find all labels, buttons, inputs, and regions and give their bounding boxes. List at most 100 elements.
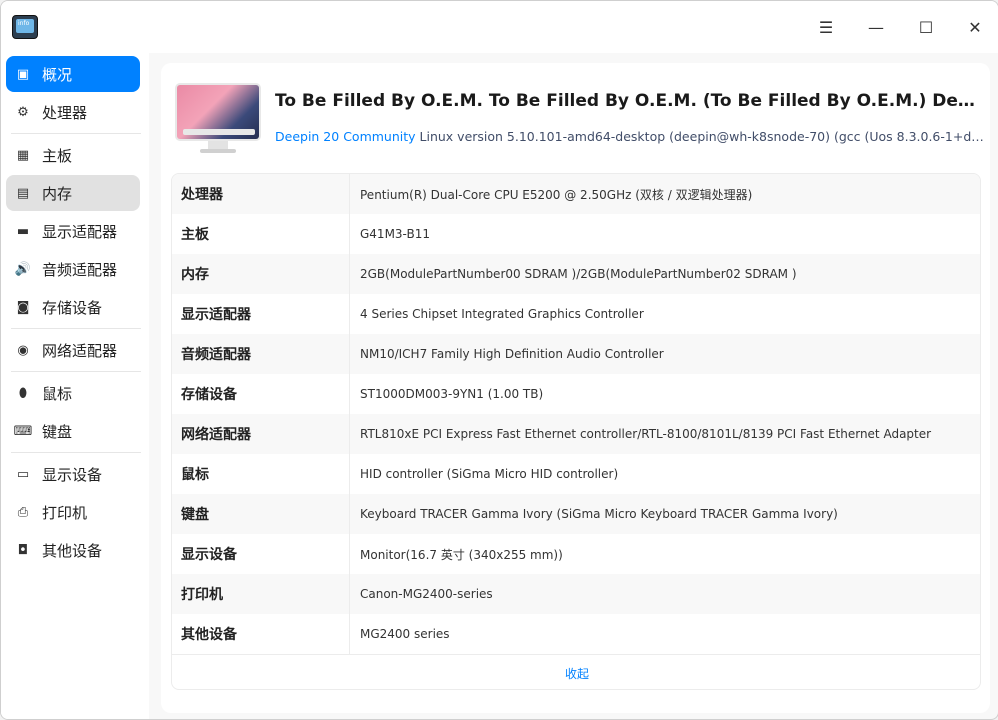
sidebar-item-label: 处理器 <box>42 103 88 122</box>
row-value: Keyboard TRACER Gamma Ivory (SiGma Micro… <box>360 507 838 521</box>
sidebar-item-network[interactable]: ◉ 网络适配器 <box>6 332 140 368</box>
table-row: 打印机 Canon-MG2400-series <box>172 574 980 614</box>
divider <box>11 133 141 134</box>
motherboard-icon: ▦ <box>16 147 30 163</box>
table-row: 处理器 Pentium(R) Dual-Core CPU E5200 @ 2.50… <box>172 174 980 214</box>
display-icon: ▭ <box>16 466 30 482</box>
row-value: G41M3-B11 <box>360 227 430 241</box>
row-key: 其他设备 <box>172 614 350 654</box>
mouse-icon: ⬮ <box>18 385 28 401</box>
os-version-line: Deepin 20 Community Linux version 5.10.1… <box>275 129 985 144</box>
overview-table: 处理器 Pentium(R) Dual-Core CPU E5200 @ 2.50… <box>171 173 981 690</box>
keyboard-icon: ⌨ <box>13 423 33 439</box>
disk-icon: ◙ <box>16 299 30 315</box>
row-key: 处理器 <box>172 174 350 214</box>
sidebar-item-storage[interactable]: ◙ 存储设备 <box>6 289 140 325</box>
collapse-link[interactable]: 收起 <box>172 654 980 689</box>
sidebar-item-label: 音频适配器 <box>42 260 118 279</box>
sidebar-item-audio[interactable]: 🔊 音频适配器 <box>6 251 140 287</box>
row-key: 键盘 <box>172 494 350 534</box>
minimize-button[interactable]: — <box>862 13 890 41</box>
row-value: NM10/ICH7 Family High Definition Audio C… <box>360 347 664 361</box>
main-menu-button[interactable]: ☰ <box>812 13 840 41</box>
row-key: 打印机 <box>172 574 350 614</box>
table-row: 内存 2GB(ModulePartNumber00 SDRAM )/2GB(Mod… <box>172 254 980 294</box>
divider <box>11 328 141 329</box>
row-value: Pentium(R) Dual-Core CPU E5200 @ 2.50GHz… <box>360 187 753 202</box>
sidebar-item-cpu[interactable]: ⚙ 处理器 <box>6 94 140 130</box>
table-row: 其他设备 MG2400 series <box>172 614 980 654</box>
computer-monitor-icon <box>175 83 261 157</box>
os-name-link[interactable]: Deepin 20 Community <box>275 129 416 144</box>
sidebar-item-label: 主板 <box>42 146 73 165</box>
table-row: 网络适配器 RTL810xE PCI Express Fast Ethernet … <box>172 414 980 454</box>
sidebar-item-label: 内存 <box>42 184 73 203</box>
row-key: 内存 <box>172 254 350 294</box>
memory-icon: ▤ <box>16 185 30 201</box>
sidebar-item-label: 网络适配器 <box>42 341 118 360</box>
sidebar-item-label: 概况 <box>42 65 73 84</box>
sidebar-item-display[interactable]: ▭ 显示设备 <box>6 456 140 492</box>
close-button[interactable]: ✕ <box>961 13 989 41</box>
row-value: HID controller (SiGma Micro HID controll… <box>360 467 619 481</box>
row-key: 存储设备 <box>172 374 350 414</box>
divider <box>11 371 141 372</box>
table-row: 鼠标 HID controller (SiGma Micro HID contro… <box>172 454 980 494</box>
overview-panel: To Be Filled By O.E.M. To Be Filled By O… <box>161 63 990 713</box>
table-row: 存储设备 ST1000DM003-9YN1 (1.00 TB) <box>172 374 980 414</box>
row-key: 网络适配器 <box>172 414 350 454</box>
kernel-version: Linux version 5.10.101-amd64-desktop (de… <box>419 129 985 144</box>
monitor-base <box>200 149 236 153</box>
table-row: 键盘 Keyboard TRACER Gamma Ivory (SiGma Mic… <box>172 494 980 534</box>
app-logo-text: info <box>18 20 30 27</box>
sidebar-item-memory[interactable]: ▤ 内存 <box>6 175 140 211</box>
sidebar-item-printer[interactable]: ⎙ 打印机 <box>6 494 140 530</box>
monitor-stand <box>208 141 228 149</box>
sidebar-item-label: 存储设备 <box>42 298 103 317</box>
dock-bar <box>183 129 255 135</box>
divider <box>11 452 141 453</box>
sidebar-item-label: 键盘 <box>42 422 73 441</box>
cpu-icon: ⚙ <box>17 104 29 120</box>
monitor-icon: ▣ <box>16 66 30 82</box>
row-value: Canon-MG2400-series <box>360 587 493 601</box>
sidebar-item-label: 鼠标 <box>42 384 73 403</box>
app-logo-icon: info <box>12 15 38 39</box>
computer-model-title: To Be Filled By O.E.M. To Be Filled By O… <box>275 91 985 111</box>
maximize-button[interactable]: ☐ <box>912 13 940 41</box>
sidebar-item-label: 其他设备 <box>42 541 103 560</box>
other-device-icon: ◘ <box>17 542 29 558</box>
sidebar-item-label: 显示设备 <box>42 465 103 484</box>
table-row: 显示设备 Monitor(16.7 英寸 (340x255 mm)) <box>172 534 980 574</box>
table-row: 主板 G41M3-B11 <box>172 214 980 254</box>
printer-icon: ⎙ <box>17 504 29 520</box>
sidebar-item-label: 显示适配器 <box>42 222 118 241</box>
row-key: 显示适配器 <box>172 294 350 334</box>
sidebar-item-other-devices[interactable]: ◘ 其他设备 <box>6 532 140 568</box>
sidebar-item-label: 打印机 <box>42 503 88 522</box>
row-key: 主板 <box>172 214 350 254</box>
row-value: Monitor(16.7 英寸 (340x255 mm)) <box>360 547 563 562</box>
sidebar-item-overview[interactable]: ▣ 概况 <box>6 56 140 92</box>
row-value: 2GB(ModulePartNumber00 SDRAM )/2GB(Modul… <box>360 267 797 281</box>
sidebar-item-mouse[interactable]: ⬮ 鼠标 <box>6 375 140 411</box>
row-value: RTL810xE PCI Express Fast Ethernet contr… <box>360 427 932 441</box>
network-icon: ◉ <box>17 342 29 358</box>
table-row: 显示适配器 4 Series Chipset Integrated Graphic… <box>172 294 980 334</box>
sidebar-item-gpu[interactable]: ▬ 显示适配器 <box>6 213 140 249</box>
sidebar: ▣ 概况 ⚙ 处理器 ▦ 主板 ▤ 内存 ▬ 显示适配器 🔊 音频适配器 ◙ 存… <box>1 53 149 719</box>
device-manager-window: info ☰ — ☐ ✕ ▣ 概况 ⚙ 处理器 ▦ 主板 ▤ 内存 ▬ 显示适配… <box>0 0 998 720</box>
sidebar-item-keyboard[interactable]: ⌨ 键盘 <box>6 413 140 449</box>
row-key: 音频适配器 <box>172 334 350 374</box>
row-value: MG2400 series <box>360 627 450 641</box>
row-value: 4 Series Chipset Integrated Graphics Con… <box>360 307 644 321</box>
sidebar-item-motherboard[interactable]: ▦ 主板 <box>6 137 140 173</box>
speaker-icon: 🔊 <box>14 261 32 277</box>
row-key: 显示设备 <box>172 534 350 574</box>
gpu-icon: ▬ <box>16 223 30 239</box>
row-value: ST1000DM003-9YN1 (1.00 TB) <box>360 387 544 401</box>
monitor-screen <box>175 83 261 141</box>
title-bar: info ☰ — ☐ ✕ <box>1 1 998 53</box>
table-row: 音频适配器 NM10/ICH7 Family High Definition Au… <box>172 334 980 374</box>
row-key: 鼠标 <box>172 454 350 494</box>
